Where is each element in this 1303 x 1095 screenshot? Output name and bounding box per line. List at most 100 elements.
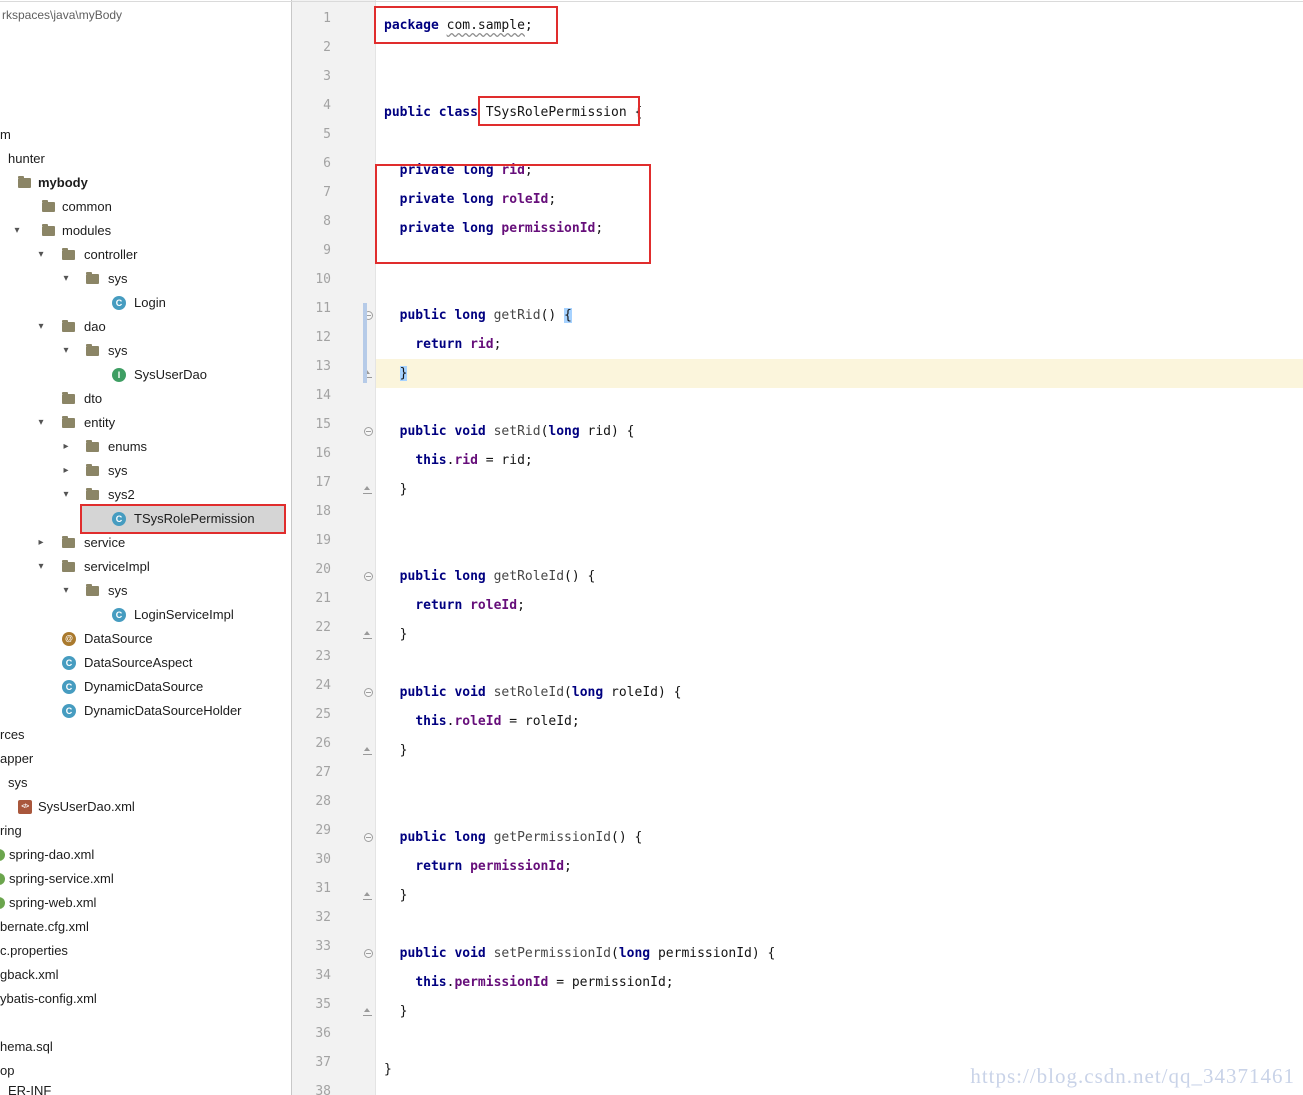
code-text[interactable]: [376, 533, 1303, 562]
fold-end-icon[interactable]: [363, 630, 372, 639]
code-text[interactable]: }: [376, 359, 1303, 388]
code-text[interactable]: this.roleId = roleId;: [376, 707, 1303, 736]
code-text[interactable]: public void setPermissionId(long permiss…: [376, 939, 1303, 968]
tree-item-hunter[interactable]: hunter: [0, 147, 291, 171]
tree-item-er-inf[interactable]: ER-INF: [0, 1079, 291, 1095]
chevron-down-icon[interactable]: ▾: [34, 411, 48, 435]
tree-item-spring-service-xml[interactable]: spring-service.xml: [0, 867, 291, 891]
tree-item-mybody[interactable]: mybody: [0, 171, 291, 195]
tree-item-entity[interactable]: ▾ entity: [0, 411, 291, 435]
code-area[interactable]: 1 package com.sample; 2 3 4 public class TSys…: [292, 11, 1303, 1095]
tree-item-controller[interactable]: ▾ controller: [0, 243, 291, 267]
tree-item-dynamicdatasource[interactable]: C DynamicDataSource: [0, 675, 291, 699]
code-text[interactable]: public void setRid(long rid) {: [376, 417, 1303, 446]
tree-item-sysuserdao[interactable]: I SysUserDao: [0, 363, 291, 387]
code-text[interactable]: public void setRoleId(long roleId) {: [376, 678, 1303, 707]
tree-item-login[interactable]: C Login: [0, 291, 291, 315]
fold-collapse-icon[interactable]: [364, 427, 373, 436]
tree-item-sys2[interactable]: ▾ sys2: [0, 483, 291, 507]
tree-item-sys[interactable]: sys: [0, 771, 291, 795]
code-text[interactable]: [376, 649, 1303, 678]
code-text[interactable]: public long getPermissionId() {: [376, 823, 1303, 852]
chevron-down-icon[interactable]: ▾: [34, 315, 48, 339]
tree-item-dao[interactable]: ▾ dao: [0, 315, 291, 339]
fold-collapse-icon[interactable]: [364, 572, 373, 581]
tree-item-spring-web-xml[interactable]: spring-web.xml: [0, 891, 291, 915]
tree-item-dynamicdatasourceholder[interactable]: C DynamicDataSourceHolder: [0, 699, 291, 723]
tree-item-loginserviceimpl[interactable]: C LoginServiceImpl: [0, 603, 291, 627]
code-text[interactable]: private long roleId;: [376, 185, 1303, 214]
code-text[interactable]: [376, 504, 1303, 533]
chevron-down-icon[interactable]: ▾: [59, 339, 73, 363]
fold-collapse-icon[interactable]: [364, 833, 373, 842]
tree-item-sys[interactable]: ▾ sys: [0, 339, 291, 363]
fold-end-icon[interactable]: [363, 746, 372, 755]
chevron-right-icon[interactable]: ▸: [59, 459, 73, 483]
code-text[interactable]: this.rid = rid;: [376, 446, 1303, 475]
fold-end-icon[interactable]: [363, 485, 372, 494]
code-text[interactable]: [376, 272, 1303, 301]
tree-item-datasourceaspect[interactable]: C DataSourceAspect: [0, 651, 291, 675]
chevron-down-icon[interactable]: ▾: [59, 483, 73, 507]
tree-item-dto[interactable]: dto: [0, 387, 291, 411]
code-text[interactable]: [376, 127, 1303, 156]
code-text[interactable]: [376, 243, 1303, 272]
tree-item-ring[interactable]: ring: [0, 819, 291, 843]
code-text[interactable]: }: [376, 620, 1303, 649]
tree-item-enums[interactable]: ▸ enums: [0, 435, 291, 459]
code-line: 20 public long getRoleId() {: [292, 562, 1303, 591]
chevron-down-icon[interactable]: ▾: [34, 243, 48, 267]
code-text[interactable]: [376, 388, 1303, 417]
tree-item-common[interactable]: common: [0, 195, 291, 219]
tree-item-sys[interactable]: ▾ sys: [0, 579, 291, 603]
code-text[interactable]: package com.sample;: [376, 11, 1303, 40]
code-text[interactable]: private long permissionId;: [376, 214, 1303, 243]
code-text[interactable]: private long rid;: [376, 156, 1303, 185]
code-text[interactable]: }: [376, 997, 1303, 1026]
chevron-right-icon[interactable]: ▸: [34, 531, 48, 555]
tree-item-modules[interactable]: ▾ modules: [0, 219, 291, 243]
fold-collapse-icon[interactable]: [364, 949, 373, 958]
code-text[interactable]: [376, 765, 1303, 794]
tree-item-spring-dao-xml[interactable]: spring-dao.xml: [0, 843, 291, 867]
tree-item-sysuserdao-xml[interactable]: </> SysUserDao.xml: [0, 795, 291, 819]
code-text[interactable]: [376, 69, 1303, 98]
fold-end-icon[interactable]: [363, 891, 372, 900]
code-text[interactable]: [376, 910, 1303, 939]
code-text[interactable]: return roleId;: [376, 591, 1303, 620]
tree-item-bernate-cfg-xml[interactable]: bernate.cfg.xml: [0, 915, 291, 939]
code-text[interactable]: return rid;: [376, 330, 1303, 359]
tree-item-rces[interactable]: rces: [0, 723, 291, 747]
code-text[interactable]: return permissionId;: [376, 852, 1303, 881]
chevron-down-icon[interactable]: ▾: [59, 267, 73, 291]
tree-item-datasource[interactable]: @ DataSource: [0, 627, 291, 651]
tree-item-sys[interactable]: ▸ sys: [0, 459, 291, 483]
chevron-down-icon[interactable]: ▾: [34, 555, 48, 579]
code-text[interactable]: [376, 1026, 1303, 1055]
tree-item-service[interactable]: ▸ service: [0, 531, 291, 555]
code-text[interactable]: }: [376, 736, 1303, 765]
code-token: {: [626, 105, 643, 120]
code-text[interactable]: }: [376, 881, 1303, 910]
tree-item-apper[interactable]: apper: [0, 747, 291, 771]
fold-collapse-icon[interactable]: [364, 688, 373, 697]
code-text[interactable]: [376, 40, 1303, 69]
tree-item-tsysrolepermission[interactable]: C TSysRolePermission: [0, 507, 291, 531]
code-text[interactable]: }: [376, 475, 1303, 504]
chevron-down-icon[interactable]: ▾: [10, 219, 24, 243]
chevron-right-icon[interactable]: ▸: [59, 435, 73, 459]
code-text[interactable]: public long getRoleId() {: [376, 562, 1303, 591]
code-text[interactable]: public long getRid() {: [376, 301, 1303, 330]
code-text[interactable]: [376, 794, 1303, 823]
tree-item-c-properties[interactable]: c.properties: [0, 939, 291, 963]
tree-item-gback-xml[interactable]: gback.xml: [0, 963, 291, 987]
code-text[interactable]: public class TSysRolePermission {: [376, 98, 1303, 127]
tree-item-ybatis-config-xml[interactable]: ybatis-config.xml: [0, 987, 291, 1011]
tree-item-hema-sql[interactable]: hema.sql: [0, 1035, 291, 1059]
fold-end-icon[interactable]: [363, 1007, 372, 1016]
tree-item-sys[interactable]: ▾ sys: [0, 267, 291, 291]
tree-item-serviceimpl[interactable]: ▾ serviceImpl: [0, 555, 291, 579]
chevron-down-icon[interactable]: ▾: [59, 579, 73, 603]
code-text[interactable]: this.permissionId = permissionId;: [376, 968, 1303, 997]
tree-item-m[interactable]: m: [0, 123, 291, 147]
